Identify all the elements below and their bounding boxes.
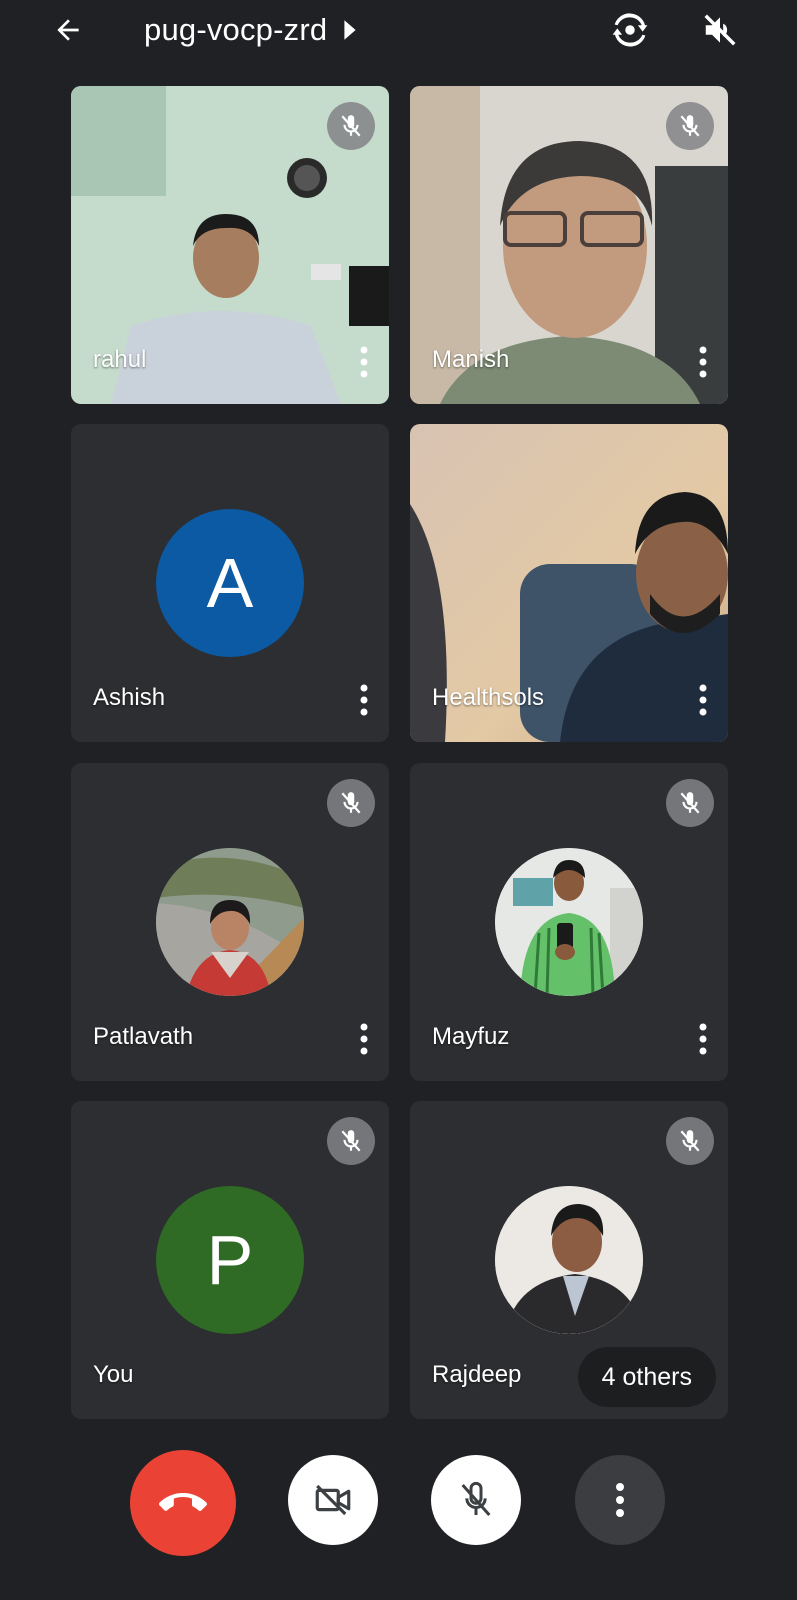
mic-off-icon (341, 792, 361, 814)
participant-more-button[interactable] (692, 1019, 714, 1059)
participant-name: Manish (432, 346, 510, 373)
speaker-off-icon (704, 14, 736, 46)
participant-more-button[interactable] (353, 680, 375, 720)
switch-camera-icon (612, 13, 648, 47)
meeting-code: pug-vocp-zrd (144, 12, 328, 47)
participant-muted-indicator (327, 102, 375, 150)
more-vert-icon (699, 1023, 707, 1055)
back-button[interactable] (46, 8, 90, 52)
participant-name: Rajdeep (432, 1361, 522, 1388)
avatar (495, 848, 643, 996)
chevron-right-icon (344, 20, 356, 40)
participant-muted-indicator (327, 779, 375, 827)
more-vert-icon (360, 346, 368, 378)
more-vert-icon (616, 1483, 624, 1517)
avatar (156, 848, 304, 996)
participant-more-button[interactable] (692, 680, 714, 720)
participant-tile-ashish[interactable]: A Ashish (71, 424, 389, 742)
audio-output-button[interactable] (698, 8, 742, 52)
mic-off-icon (341, 115, 361, 137)
more-vert-icon (360, 684, 368, 716)
avatar (495, 1186, 643, 1334)
participant-muted-indicator (666, 1117, 714, 1165)
participant-tile-mayfuz[interactable]: Mayfuz (410, 763, 728, 1081)
more-options-button[interactable] (575, 1455, 665, 1545)
participant-name: You (93, 1361, 134, 1388)
mic-toggle-button[interactable] (431, 1455, 521, 1545)
mic-off-icon (680, 792, 700, 814)
participant-name: Patlavath (93, 1023, 194, 1050)
participant-tile-rajdeep[interactable]: Rajdeep 4 others (410, 1101, 728, 1419)
participant-more-button[interactable] (353, 342, 375, 382)
others-button[interactable]: 4 others (577, 1347, 716, 1407)
meeting-title-button[interactable]: pug-vocp-zrd (144, 10, 357, 50)
mic-off-icon (680, 1130, 700, 1152)
more-vert-icon (699, 684, 707, 716)
switch-camera-button[interactable] (608, 8, 652, 52)
participant-tile-rahul[interactable]: rahul (71, 86, 389, 404)
mic-off-icon (341, 1130, 361, 1152)
mic-off-icon (680, 115, 700, 137)
participant-muted-indicator (666, 102, 714, 150)
participant-name: Mayfuz (432, 1023, 510, 1050)
participant-muted-indicator (327, 1117, 375, 1165)
mic-off-icon (461, 1481, 491, 1516)
participant-tile-you[interactable]: P You (71, 1101, 389, 1419)
participant-more-button[interactable] (353, 1019, 375, 1059)
participant-muted-indicator (666, 779, 714, 827)
end-call-button[interactable] (130, 1450, 236, 1556)
arrow-left-icon (57, 19, 79, 41)
more-vert-icon (360, 1023, 368, 1055)
participant-name: Ashish (93, 684, 166, 711)
participant-name: Healthsols (432, 684, 545, 711)
camera-off-icon (315, 1484, 351, 1516)
camera-toggle-button[interactable] (288, 1455, 378, 1545)
more-vert-icon (699, 346, 707, 378)
participant-tile-healthsols[interactable]: Healthsols (410, 424, 728, 742)
end-call-icon (159, 1493, 207, 1511)
participant-name: rahul (93, 346, 147, 373)
participant-tile-manish[interactable]: Manish (410, 86, 728, 404)
participant-tile-patlavath[interactable]: Patlavath (71, 763, 389, 1081)
participant-more-button[interactable] (692, 342, 714, 382)
avatar: A (156, 509, 304, 657)
avatar: P (156, 1186, 304, 1334)
top-bar: pug-vocp-zrd (0, 0, 797, 62)
